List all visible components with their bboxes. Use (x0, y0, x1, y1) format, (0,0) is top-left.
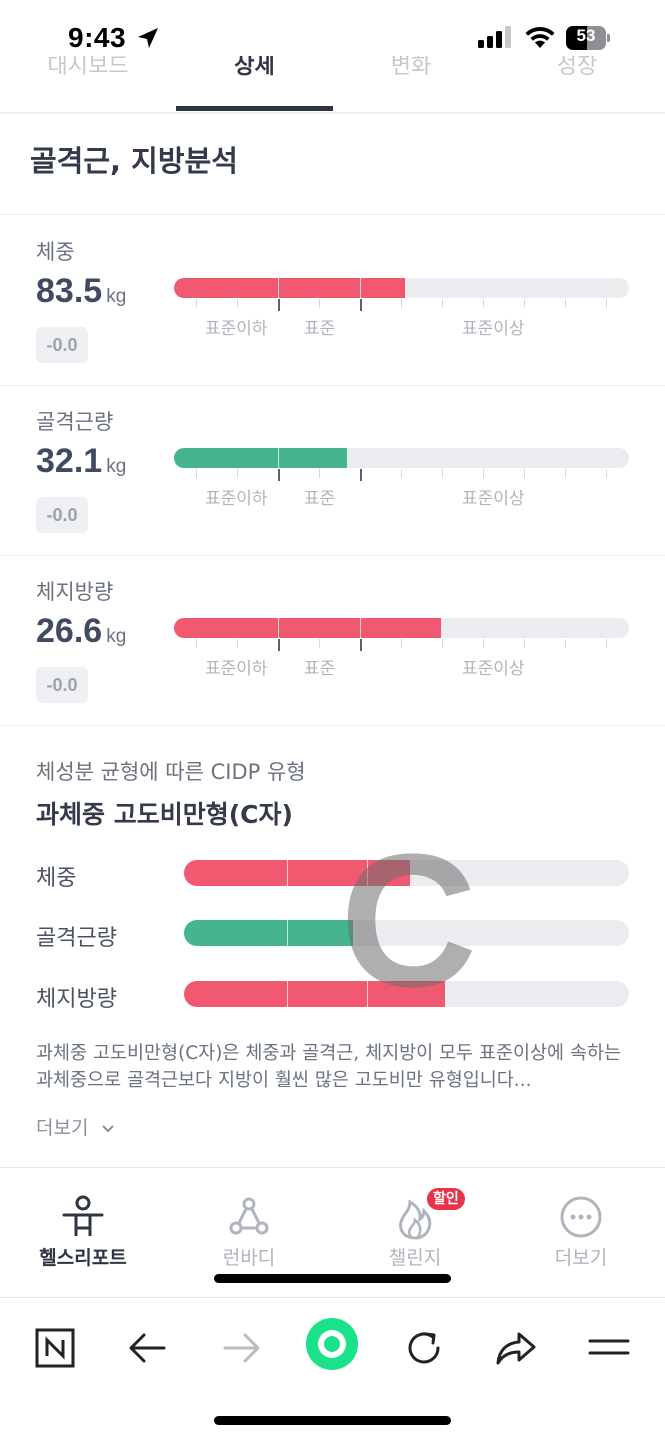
home-indicator (214, 1274, 451, 1283)
battery-indicator: 53 (566, 26, 610, 50)
metric-weight: 체중 83.5 kg -0.0 표준이하 표준 표준이상 (0, 216, 665, 386)
forward-arrow-icon (223, 1333, 260, 1363)
metric-value: 83.5 kg (36, 272, 127, 310)
sale-badge: 할인 (427, 1188, 465, 1210)
metric-value: 26.6 kg (36, 612, 127, 650)
metric-body-fat: 체지방량 26.6 kg -0.0 표준이하 표준 표준이상 (0, 556, 665, 726)
metric-ticks (174, 469, 629, 481)
reload-icon (408, 1332, 440, 1364)
person-icon (62, 1195, 104, 1236)
menu-button[interactable] (582, 1320, 638, 1376)
naver-n-icon (35, 1328, 75, 1368)
detail-tabs: 대시보드 상세 변화 성장 (0, 56, 665, 114)
range-label-above: 표준이상 (462, 659, 525, 679)
change-badge: -0.0 (36, 327, 88, 363)
range-label-below: 표준이하 (205, 489, 268, 509)
range-label-standard: 표준 (304, 659, 336, 679)
range-label-below: 표준이하 (205, 659, 268, 679)
metric-label: 골격근량 (36, 410, 114, 434)
cidp-bar-skeletal-muscle (184, 920, 629, 946)
metric-bar (174, 448, 629, 468)
share-button[interactable] (488, 1320, 544, 1376)
cidp-bar-fill (184, 981, 446, 1007)
metric-skeletal-muscle: 골격근량 32.1 kg -0.0 표준이하 표준 표준이상 (0, 386, 665, 556)
more-dots-icon (560, 1196, 602, 1238)
reload-button[interactable] (396, 1320, 452, 1376)
cidp-label-skeletal-muscle: 골격근량 (36, 926, 117, 951)
range-label-standard: 표준 (304, 319, 336, 339)
cellular-signal-icon (478, 26, 511, 48)
molecule-icon (229, 1197, 269, 1235)
tab-detail[interactable]: 상세 (176, 56, 333, 112)
metric-label: 체지방량 (36, 580, 114, 604)
nav-more[interactable]: 더보기 (498, 1168, 664, 1278)
active-tab-indicator (176, 106, 333, 111)
section-title: 골격근, 지방분석 (30, 144, 238, 178)
cidp-description: 과체중 고도비만형(C자)은 체중과 골격근, 체지방이 모두 표준이상에 속하… (36, 1043, 621, 1091)
cidp-title: 과체중 고도비만형(C자) (36, 800, 293, 829)
range-label-standard: 표준 (304, 489, 336, 509)
metric-bar-fill (174, 618, 442, 638)
green-home-icon (306, 1318, 358, 1370)
status-time: 9:43 (68, 22, 127, 53)
cidp-bar-body-fat (184, 981, 629, 1007)
cidp-label-body-fat: 체지방량 (36, 987, 117, 1012)
cidp-bar-fill (184, 920, 354, 946)
chevron-down-icon (101, 1125, 114, 1133)
green-home-button[interactable] (304, 1316, 360, 1372)
cidp-bar-fill (184, 860, 410, 886)
divider (0, 725, 665, 726)
tab-growth[interactable]: 성장 (489, 56, 665, 112)
metric-bar-fill (174, 278, 405, 298)
metric-ticks (174, 299, 629, 311)
metric-ticks (174, 639, 629, 651)
menu-icon (588, 1339, 630, 1355)
range-label-above: 표준이상 (462, 319, 525, 339)
forward-button[interactable] (213, 1320, 269, 1376)
change-badge: -0.0 (36, 667, 88, 703)
cidp-bar-weight (184, 860, 629, 886)
divider (0, 214, 665, 215)
location-arrow-icon (138, 28, 158, 48)
nav-health-report[interactable]: 헬스리포트 (0, 1168, 166, 1278)
metric-bar (174, 618, 629, 638)
cidp-subtitle: 체성분 균형에 따른 CIDP 유형 (36, 760, 306, 784)
change-badge: -0.0 (36, 497, 88, 533)
battery-percent: 53 (576, 26, 596, 45)
range-label-above: 표준이상 (462, 489, 525, 509)
more-link[interactable]: 더보기 (36, 1113, 115, 1140)
nav-runbody[interactable]: 런바디 (166, 1168, 332, 1278)
metric-bar (174, 278, 629, 298)
back-button[interactable] (120, 1320, 176, 1376)
home-indicator (214, 1416, 451, 1425)
back-arrow-icon (129, 1333, 166, 1363)
tab-dashboard[interactable]: 대시보드 (0, 56, 176, 112)
cidp-label-weight: 체중 (36, 866, 77, 891)
wifi-icon (525, 26, 555, 48)
metric-value: 32.1 kg (36, 442, 127, 480)
share-icon (496, 1332, 536, 1365)
naver-n-button[interactable] (27, 1320, 83, 1376)
range-label-below: 표준이하 (205, 319, 268, 339)
nav-challenge[interactable]: 할인 챌린지 (332, 1168, 498, 1278)
tab-change[interactable]: 변화 (333, 56, 489, 112)
metric-bar-fill (174, 448, 347, 468)
metric-label: 체중 (36, 240, 75, 264)
